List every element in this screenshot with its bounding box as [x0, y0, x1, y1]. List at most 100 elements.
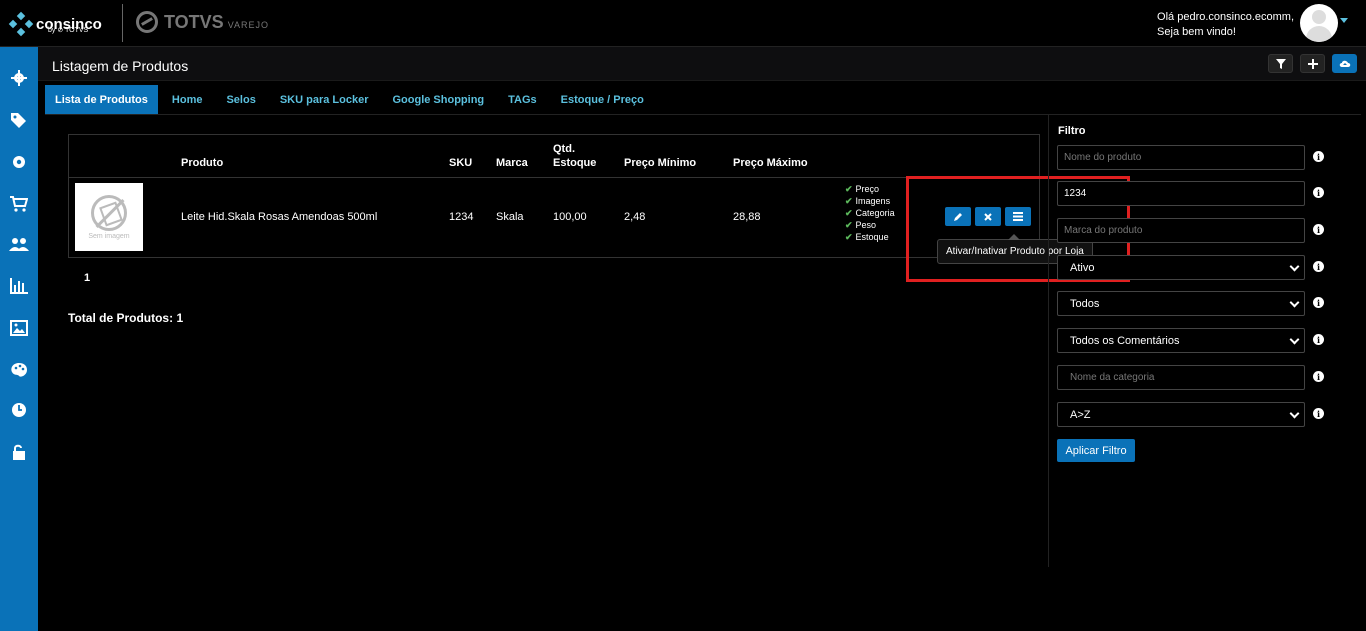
logo-divider	[122, 4, 123, 42]
check-item: ✔ Imagens	[845, 196, 891, 206]
tab-tags[interactable]: TAGs	[498, 85, 547, 115]
cart-icon[interactable]	[8, 193, 30, 215]
filter-icon	[1275, 58, 1286, 69]
check-icon: ✔	[845, 184, 853, 194]
total-produtos: Total de Produtos: 1	[68, 311, 184, 325]
product-marca: Skala	[496, 211, 524, 223]
sort-select-value: A>Z	[1070, 408, 1091, 421]
consinco-logo[interactable]: consinco	[8, 6, 102, 42]
unlock-icon[interactable]	[8, 441, 30, 463]
cloud-upload-icon	[1339, 60, 1350, 67]
tab-sku-para-locker[interactable]: SKU para Locker	[270, 85, 379, 115]
tags-icon[interactable]	[8, 109, 30, 131]
header-divider	[69, 177, 1039, 178]
gear-icon[interactable]	[8, 67, 30, 89]
products-table: Produto SKU Marca Qtd. Estoque Preço Mín…	[68, 134, 1093, 264]
no-image-icon	[91, 194, 127, 231]
product-preco-maximo: 28,88	[733, 211, 761, 223]
totvs-logo: TOTVS VAREJO	[136, 11, 269, 33]
tab-google-shopping[interactable]: Google Shopping	[382, 85, 494, 115]
column-preco-maximo: Preço Máximo	[733, 157, 808, 169]
consinco-mark-icon	[8, 11, 34, 37]
totvs-mark-icon	[136, 11, 158, 33]
check-icon: ✔	[845, 232, 853, 242]
info-icon[interactable]: i	[1313, 261, 1324, 272]
info-icon[interactable]: i	[1313, 187, 1324, 198]
user-avatar[interactable]	[1300, 4, 1338, 42]
add-button[interactable]	[1300, 54, 1325, 73]
type-select[interactable]: Todos	[1057, 291, 1305, 316]
product-image-placeholder: Sem imagem	[75, 183, 143, 251]
chevron-down-icon	[1289, 334, 1300, 345]
check-item: ✔ Estoque	[845, 232, 889, 242]
bar-chart-icon[interactable]	[8, 275, 30, 297]
brand-input[interactable]: Marca do produto	[1057, 218, 1305, 243]
clock-icon[interactable]	[8, 399, 30, 421]
type-select-value: Todos	[1070, 297, 1100, 310]
palette-icon[interactable]	[8, 359, 30, 381]
category-input[interactable]: Nome da categoria	[1057, 365, 1305, 390]
no-image-caption: Sem imagem	[88, 232, 130, 240]
column-sku: SKU	[449, 157, 473, 169]
page-header: Listagem de Produtos	[38, 47, 1366, 81]
totvs-wordmark: TOTVS	[164, 11, 224, 32]
check-item: ✔ Categoria	[845, 208, 895, 218]
tab-lista-de-produtos[interactable]: Lista de Produtos	[45, 85, 158, 115]
product-name: Leite Hid.Skala Rosas Amendoas 500ml	[181, 211, 378, 223]
page-title: Listagem de Produtos	[52, 58, 189, 74]
user-greeting: Olá pedro.consinco.ecomm, Seja bem vindo…	[1157, 10, 1294, 40]
sidebar	[0, 47, 38, 631]
tab-selos[interactable]: Selos	[216, 85, 265, 115]
info-icon[interactable]: i	[1313, 224, 1324, 235]
comments-select[interactable]: Todos os Comentários	[1057, 328, 1305, 353]
check-icon: ✔	[845, 220, 853, 230]
greeting-name: Olá pedro.consinco.ecomm,	[1157, 11, 1294, 23]
info-icon[interactable]: i	[1313, 371, 1324, 382]
check-item: ✔ Preço	[845, 184, 880, 194]
info-icon[interactable]: i	[1313, 334, 1324, 345]
tabs-divider	[45, 114, 1361, 115]
tab-home[interactable]: Home	[162, 85, 213, 115]
info-icon[interactable]: i	[1313, 297, 1324, 308]
chevron-down-icon	[1289, 261, 1300, 272]
column-produto: Produto	[181, 157, 224, 169]
greeting-welcome: Seja bem vindo!	[1157, 26, 1236, 38]
product-sku: 1234	[449, 211, 474, 223]
chevron-down-icon	[1289, 408, 1300, 419]
image-icon[interactable]	[8, 317, 30, 339]
info-icon[interactable]: i	[1313, 151, 1324, 162]
cog-icon[interactable]	[8, 151, 30, 173]
filter-toggle-button[interactable]	[1268, 54, 1293, 73]
chevron-down-icon[interactable]	[1340, 18, 1348, 23]
chevron-down-icon	[1289, 297, 1300, 308]
product-name-input[interactable]: Nome do produto	[1057, 145, 1305, 170]
upload-button[interactable]	[1332, 54, 1357, 73]
plus-icon	[1307, 58, 1318, 69]
filter-title: Filtro	[1058, 125, 1086, 137]
column-qtd-line2: Estoque	[553, 157, 597, 169]
sort-select[interactable]: A>Z	[1057, 402, 1305, 427]
check-icon: ✔	[845, 196, 853, 206]
product-checklist: ✔ Preço ✔ Imagens ✔ Categoria ✔ Peso ✔ Estoqu…	[845, 183, 895, 243]
check-item: ✔ Peso	[845, 220, 877, 230]
tab-estoque-preco[interactable]: Estoque / Preço	[551, 85, 654, 115]
pagination-page-1[interactable]: 1	[84, 272, 90, 284]
status-select[interactable]: Ativo	[1057, 255, 1305, 280]
varejo-label: VAREJO	[227, 20, 270, 30]
check-icon: ✔	[845, 208, 853, 218]
tab-bar: Lista de Produtos Home Selos SKU para Lo…	[45, 85, 658, 115]
status-select-value: Ativo	[1070, 261, 1095, 274]
top-bar: consinco by ⊘ TOTVS TOTVS VAREJO Olá ped…	[0, 0, 1366, 47]
sku-input[interactable]: 1234	[1057, 181, 1305, 206]
column-qtd-line1: Qtd.	[553, 143, 575, 155]
product-preco-minimo: 2,48	[624, 211, 646, 223]
by-totvs-label: by ⊘ TOTVS	[48, 27, 89, 34]
users-icon[interactable]	[8, 233, 30, 255]
comments-select-value: Todos os Comentários	[1070, 334, 1180, 347]
info-icon[interactable]: i	[1313, 408, 1324, 419]
column-marca: Marca	[496, 157, 528, 169]
apply-filter-button[interactable]: Aplicar Filtro	[1057, 439, 1135, 462]
product-estoque: 100,00	[553, 211, 587, 223]
filter-panel-divider	[1048, 115, 1049, 567]
column-qtd-estoque: Qtd. Estoque	[553, 142, 596, 170]
